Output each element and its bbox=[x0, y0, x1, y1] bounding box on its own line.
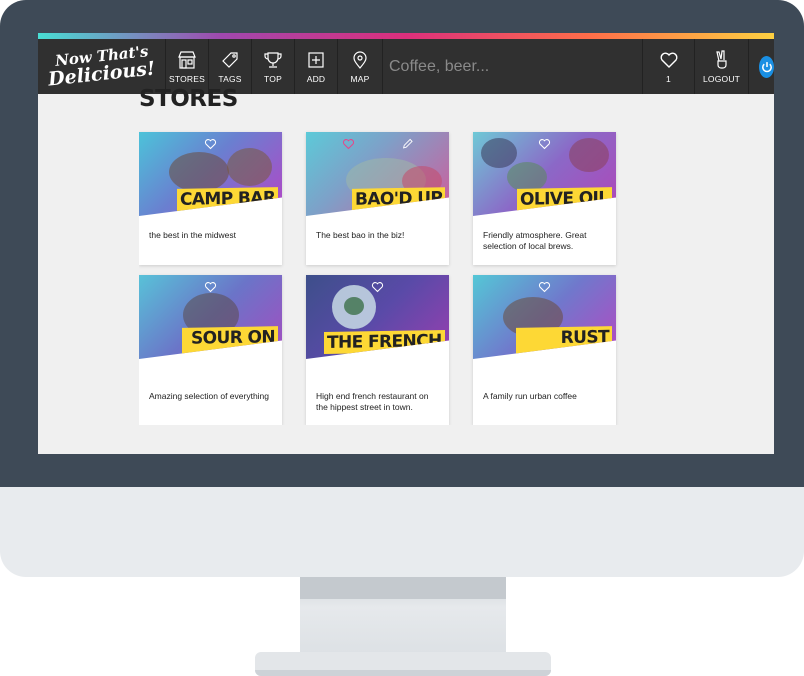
store-description: Amazing selection of everything bbox=[149, 391, 270, 401]
logout-label: LOGOUT bbox=[702, 73, 741, 84]
store-card[interactable]: OLIVE OIL Friendly atmosphere. Great sel… bbox=[473, 132, 616, 265]
page-title: STORES bbox=[139, 86, 238, 112]
heart-icon[interactable] bbox=[538, 138, 551, 150]
card-actions bbox=[473, 281, 616, 293]
card-actions bbox=[306, 281, 449, 293]
monitor-neck-shadow bbox=[300, 577, 506, 599]
avatar bbox=[759, 55, 774, 78]
card-actions bbox=[139, 138, 282, 150]
card-actions bbox=[306, 138, 449, 150]
store-name[interactable]: BAO'D UP bbox=[351, 187, 445, 211]
nav-logout[interactable]: LOGOUT bbox=[694, 39, 748, 94]
store-description: The best bao in the biz! bbox=[316, 230, 405, 240]
store-description: Friendly atmosphere. Great selection of … bbox=[483, 230, 587, 251]
store-image: CAMP BAR bbox=[139, 132, 282, 216]
store-image: SOUR ON KING bbox=[139, 275, 282, 359]
store-image: RUST CITY BREWERY bbox=[473, 275, 616, 359]
main-content: STORES CAMP BAR the best in the midwest bbox=[139, 61, 619, 425]
store-grid: CAMP BAR the best in the midwest BAO'D U… bbox=[139, 132, 619, 425]
hearts-count: 1 bbox=[666, 73, 671, 84]
store-card[interactable]: RUST CITY BREWERY A family run urban cof… bbox=[473, 275, 616, 425]
store-name[interactable]: CAMP BAR bbox=[176, 187, 278, 211]
store-card[interactable]: CAMP BAR the best in the midwest bbox=[139, 132, 282, 265]
monitor-foot-edge bbox=[255, 670, 551, 676]
store-name[interactable]: OLIVE OIL bbox=[517, 187, 612, 211]
store-description: A family run urban coffee bbox=[483, 391, 577, 401]
store-description: High end french restaurant on the hippes… bbox=[316, 391, 429, 412]
store-card[interactable]: BAO'D UP The best bao in the biz! bbox=[306, 132, 449, 265]
store-image: OLIVE OIL bbox=[473, 132, 616, 216]
heart-icon[interactable] bbox=[204, 281, 217, 293]
card-actions bbox=[473, 138, 616, 150]
monitor-frame: Now That's Delicious! STORES TAGS TOP AD… bbox=[0, 0, 804, 676]
store-image-food bbox=[227, 148, 272, 186]
power-icon bbox=[761, 61, 772, 72]
account-button[interactable] bbox=[748, 39, 774, 94]
store-image-food bbox=[169, 152, 229, 192]
store-image: BAO'D UP bbox=[306, 132, 449, 216]
edit-pencil-icon[interactable] bbox=[401, 138, 414, 150]
heart-icon[interactable] bbox=[371, 281, 384, 293]
store-card[interactable]: THE FRENCH High end french restaurant on… bbox=[306, 275, 449, 425]
heart-icon[interactable] bbox=[204, 138, 217, 150]
store-card[interactable]: SOUR ON KING Amazing selection of everyt… bbox=[139, 275, 282, 425]
store-description: the best in the midwest bbox=[149, 230, 236, 240]
store-image: THE FRENCH bbox=[306, 275, 449, 359]
monitor-chin bbox=[0, 487, 804, 577]
heart-icon[interactable] bbox=[342, 138, 355, 150]
nav-hearts[interactable]: 1 bbox=[642, 39, 694, 94]
heart-icon bbox=[660, 52, 677, 68]
store-image-food bbox=[344, 297, 364, 315]
store-name[interactable]: THE FRENCH bbox=[324, 329, 445, 355]
peace-hand-icon bbox=[715, 49, 727, 69]
card-actions bbox=[139, 281, 282, 293]
heart-icon[interactable] bbox=[538, 281, 551, 293]
